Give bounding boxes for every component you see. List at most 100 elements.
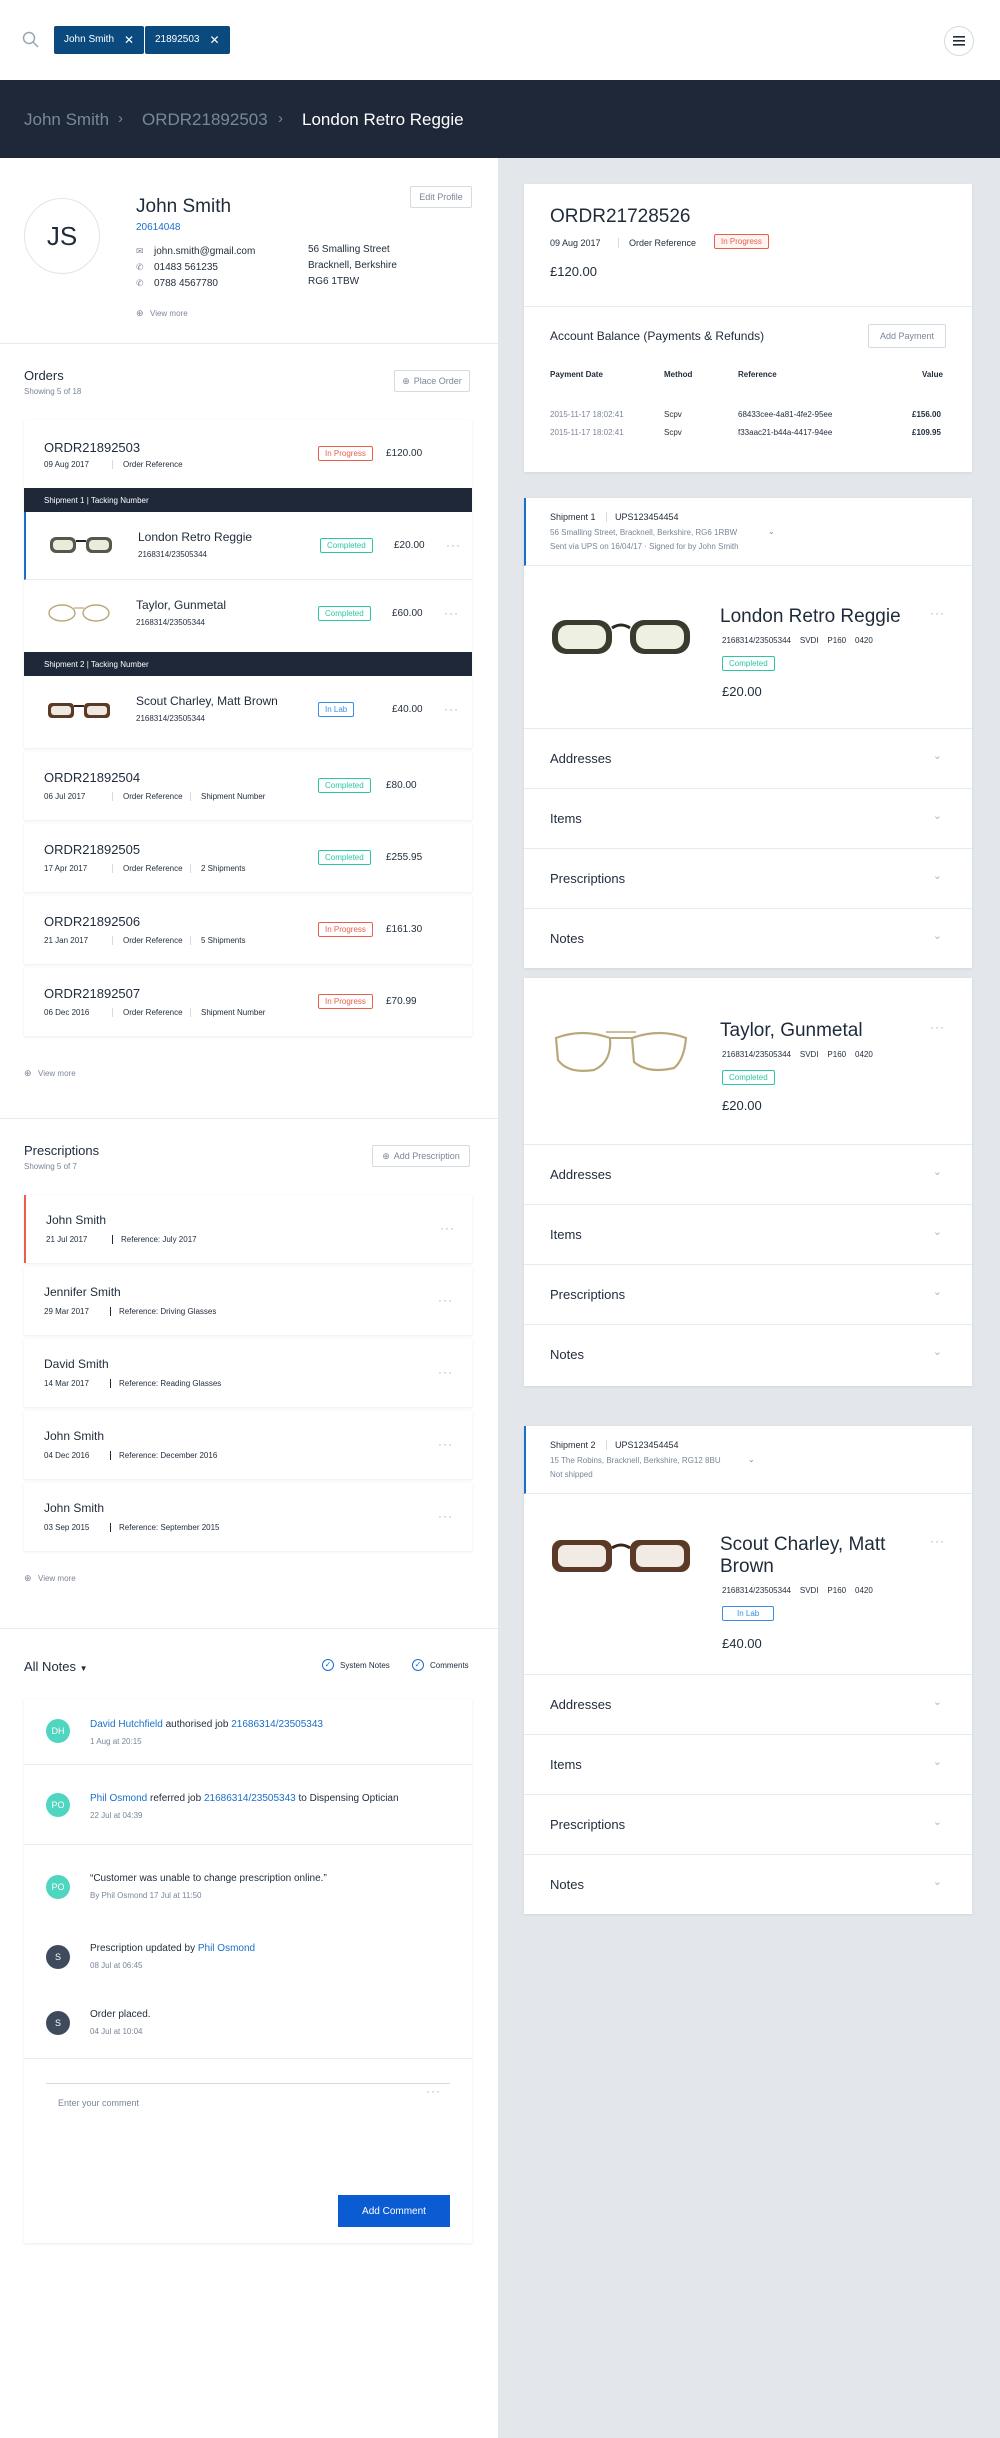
order-card[interactable]: ORDR21892506 21 Jan 2017 Order Reference… [24,896,472,964]
order-id[interactable]: ORDR21892507 [44,986,140,1001]
profile-name: John Smith [136,196,232,217]
accordion-items[interactable]: Items ⌄ [524,788,972,848]
job-link[interactable]: 21686314/23505343 [231,1719,323,1730]
breadcrumb-item[interactable]: John Smith [24,110,109,130]
order-id[interactable]: ORDR21892504 [44,770,140,785]
chevron-down-icon[interactable]: ⌄ [768,527,775,536]
order-item-row[interactable]: Scout Charley, Matt Brown 2168314/235053… [24,676,472,748]
profile-id[interactable]: 20614048 [136,222,181,233]
prescription-name[interactable]: John Smith [44,1501,104,1515]
prescription-card[interactable]: John Smith 21 Jul 2017 Reference: July 2… [24,1195,472,1263]
user-link[interactable]: Phil Osmond [90,1793,147,1804]
view-more-link[interactable]: View more [38,1069,76,1078]
order-card[interactable]: ORDR21892504 06 Jul 2017 Order Reference… [24,752,472,820]
tracking-number[interactable]: UPS123454454 [606,1440,679,1450]
item-name[interactable]: Scout Charley, Matt Brown [136,694,278,708]
accordion-prescriptions[interactable]: Prescriptions ⌄ [524,1264,972,1324]
tracking-number[interactable]: UPS123454454 [606,512,679,522]
product-p: P160 [827,1050,847,1059]
user-link[interactable]: David Hutchfield [90,1719,163,1730]
close-icon[interactable]: ✕ [124,26,134,54]
chevron-down-icon[interactable]: ⌄ [748,1455,755,1464]
place-order-button[interactable]: ⊕ Place Order [394,370,470,392]
more-icon[interactable]: ··· [438,1509,453,1523]
order-item-row[interactable]: London Retro Reggie 2168314/23505344 Com… [24,512,472,580]
add-payment-button[interactable]: Add Payment [868,324,946,348]
check-icon[interactable]: ✓ [412,1659,424,1671]
user-link[interactable]: Phil Osmond [198,1943,255,1954]
more-icon[interactable]: ··· [438,1293,453,1307]
accordion-prescriptions[interactable]: Prescriptions ⌄ [524,848,972,908]
prescription-card[interactable]: John Smith 03 Sep 2015 Reference: Septem… [24,1483,472,1551]
product-code: 2168314/23505344 SVDI P160 0420 [722,636,873,645]
product-price: £20.00 [722,1098,762,1113]
more-icon[interactable]: ··· [438,1365,453,1379]
more-icon[interactable]: ··· [440,1221,455,1235]
order-id[interactable]: ORDR21892503 [44,440,140,455]
notes-filter-dropdown[interactable]: All Notes ▼ [24,1659,88,1674]
plus-icon: ⊕ [136,308,144,318]
more-icon[interactable]: ··· [930,1020,945,1034]
accordion-addresses[interactable]: Addresses ⌄ [524,728,972,788]
product-p: P160 [827,636,847,645]
accordion-items[interactable]: Items ⌄ [524,1204,972,1264]
job-link[interactable]: 21686314/23505343 [204,1793,296,1804]
prescription-name[interactable]: John Smith [44,1429,104,1443]
more-icon[interactable]: ··· [446,538,461,552]
more-icon[interactable]: ··· [444,702,459,716]
order-id[interactable]: ORDR21892506 [44,914,140,929]
more-icon[interactable]: ··· [930,606,945,620]
prescription-name[interactable]: John Smith [46,1213,106,1227]
menu-button[interactable] [944,26,974,56]
check-icon[interactable]: ✓ [322,1659,334,1671]
product-p: P160 [827,1586,847,1595]
filter-label[interactable]: Comments [430,1661,469,1670]
prescription-reference: Reference: Driving Glasses [110,1307,216,1316]
order-card[interactable]: ORDR21892507 06 Dec 2016 Order Reference… [24,968,472,1036]
item-name[interactable]: London Retro Reggie [138,530,252,544]
order-item-row[interactable]: Taylor, Gunmetal 2168314/23505344 Comple… [24,580,472,648]
address-line: Bracknell, Berkshire [308,260,397,271]
search-chip[interactable]: John Smith ✕ [54,26,145,54]
more-icon[interactable]: ··· [438,1437,453,1451]
accordion-notes[interactable]: Notes ⌄ [524,1854,972,1914]
prescription-name[interactable]: David Smith [44,1357,109,1371]
more-icon[interactable]: ··· [444,606,459,620]
search-icon[interactable] [22,31,40,49]
accordion-prescriptions[interactable]: Prescriptions ⌄ [524,1794,972,1854]
notes-section: All Notes ▼ ✓ System Notes ✓ Comments DH… [0,1629,498,2269]
accordion-notes[interactable]: Notes ⌄ [524,1324,972,1384]
item-name[interactable]: Taylor, Gunmetal [136,598,226,612]
breadcrumb-item[interactable]: ORDR21892503 [142,110,268,130]
item-price: £20.00 [394,540,425,551]
comment-input[interactable]: Enter your comment ··· [46,2083,450,2143]
accordion-addresses[interactable]: Addresses ⌄ [524,1674,972,1734]
view-more-link[interactable]: View more [38,1574,76,1583]
filter-label[interactable]: System Notes [340,1661,390,1670]
prescription-card[interactable]: John Smith 04 Dec 2016 Reference: Decemb… [24,1411,472,1479]
order-id[interactable]: ORDR21892505 [44,842,140,857]
prescription-card[interactable]: David Smith 14 Mar 2017 Reference: Readi… [24,1339,472,1407]
prescription-card[interactable]: Jennifer Smith 29 Mar 2017 Reference: Dr… [24,1267,472,1335]
search-chip[interactable]: 21892503 ✕ [145,26,230,54]
prescription-reference: Reference: September 2015 [110,1523,220,1532]
table-cell: f33aac21-b44a-4417-94ee [738,428,833,437]
more-icon[interactable]: ··· [426,2084,441,2098]
add-comment-button[interactable]: Add Comment [338,2195,450,2227]
order-date: 09 Aug 2017 [550,238,601,248]
accordion-addresses[interactable]: Addresses ⌄ [524,1144,972,1204]
shipment-card: Shipment 2 UPS123454454 15 The Robins, B… [524,1426,972,1914]
profile-email[interactable]: john.smith@gmail.com [154,246,255,257]
prescription-name[interactable]: Jennifer Smith [44,1285,121,1299]
add-prescription-button[interactable]: ⊕ Add Prescription [372,1145,470,1167]
current-order-card[interactable]: ORDR21892503 09 Aug 2017 Order Reference… [24,420,472,748]
accordion-items[interactable]: Items ⌄ [524,1734,972,1794]
view-more-link[interactable]: View more [150,309,188,318]
chevron-down-icon: ⌄ [932,870,942,882]
more-icon[interactable]: ··· [930,1534,945,1548]
order-card[interactable]: ORDR21892505 17 Apr 2017 Order Reference… [24,824,472,892]
accordion-notes[interactable]: Notes ⌄ [524,908,972,968]
edit-profile-button[interactable]: Edit Profile [410,186,472,208]
shipment-status: Sent via UPS on 16/04/17 · Signed for by… [550,542,739,551]
close-icon[interactable]: ✕ [210,26,220,54]
